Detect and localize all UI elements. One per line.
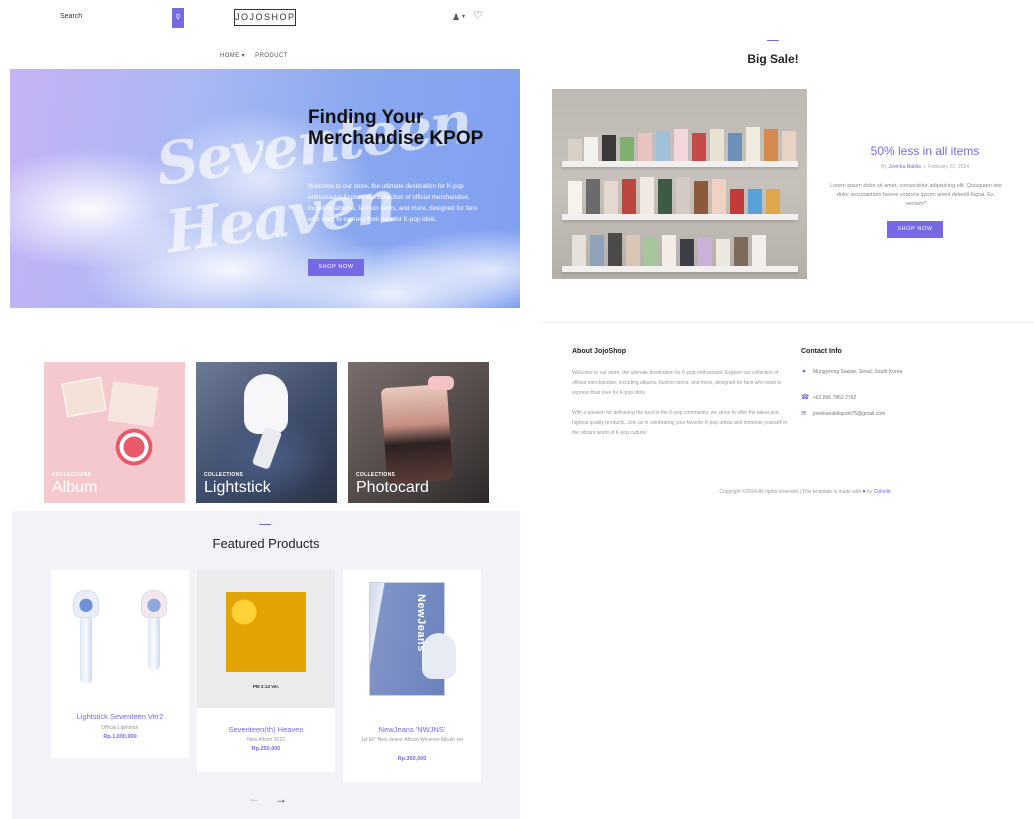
sale-meta: By Jovinka Nabila • February 22, 2024	[820, 164, 1030, 170]
collection-name: Lightstick	[204, 479, 271, 496]
contact-phone[interactable]: +62 896 7862 2762	[813, 394, 856, 403]
product-subtitle: New Album 2023	[247, 737, 285, 743]
album-photo	[61, 376, 107, 418]
collection-card-album[interactable]: COLLECTIONS Album	[44, 362, 185, 503]
search-button[interactable]: ⚲	[172, 8, 184, 28]
product-image	[63, 584, 177, 694]
heart-icon[interactable]: ♡	[473, 9, 483, 22]
collection-name: Album	[52, 479, 98, 496]
collection-name: Photocard	[356, 479, 429, 496]
album-photo	[107, 380, 159, 428]
site-logo[interactable]: JOJOSHOP	[234, 9, 296, 26]
section-divider	[259, 524, 271, 525]
contact-email[interactable]: jovinkanabilaputri75@gmail.com	[813, 410, 885, 419]
meta-separator: •	[922, 164, 927, 170]
sale-headline[interactable]: 50% less in all items	[820, 144, 1030, 158]
search-input[interactable]: Search	[60, 13, 82, 20]
hero-description: Welcome to our store, the ultimate desti…	[308, 183, 478, 223]
meta-prefix: By	[881, 164, 887, 170]
divider	[540, 322, 1034, 323]
image-caption: PM 2:14 Ver.	[252, 684, 280, 689]
copyright-text: Copyright ©2024 All rights reserved | Th…	[719, 489, 862, 495]
copyright-by: by	[867, 489, 873, 495]
sale-image	[552, 89, 807, 279]
chevron-down-icon[interactable]: ▾	[462, 13, 465, 20]
author-link[interactable]: Jovinka Nabila	[888, 164, 921, 170]
shelf	[562, 161, 798, 167]
nav-item-home[interactable]: HOME ▾	[220, 53, 245, 59]
section-divider	[767, 40, 779, 41]
product-subtitle: Official Lightstick	[101, 725, 139, 731]
shelf	[562, 214, 798, 220]
search-icon: ⚲	[175, 14, 181, 21]
post-date: February 22, 2024	[928, 164, 969, 170]
collection-card-photocard[interactable]: COLLECTIONS Photocard	[348, 362, 489, 503]
photocard-bow	[428, 376, 454, 390]
search-bar: Search ⚲	[56, 8, 184, 28]
user-icon[interactable]: ♟	[452, 12, 460, 23]
phone-icon: ☎	[801, 394, 810, 401]
heart-icon: ♥	[862, 489, 866, 495]
collection-kicker: COLLECTIONS	[356, 472, 396, 478]
collection-kicker: COLLECTIONS	[52, 472, 92, 478]
arrow-right-icon[interactable]: →	[275, 792, 287, 806]
product-subtitle: 1st EP 'New Jeans' Album Weverse Album v…	[360, 737, 464, 743]
product-price: Rp.1,000,000	[103, 734, 137, 740]
product-card[interactable]: PM 2:14 Ver. Seventeen(th) Heaven New Al…	[197, 570, 335, 772]
lightstick-photo	[244, 374, 288, 434]
collection-kicker: COLLECTIONS	[204, 472, 244, 478]
nav-item-product[interactable]: PRODUCT	[255, 53, 287, 59]
hero-title: Finding Your Merchandise KPOP	[308, 107, 484, 149]
colorlib-link[interactable]: Colorlib	[874, 489, 891, 495]
product-name[interactable]: Lightstick Seventeen Ver2	[51, 712, 189, 721]
product-image: PM 2:14 Ver.	[197, 570, 335, 708]
about-paragraph: With a passion for delivering the best t…	[572, 410, 788, 436]
product-card[interactable]: NewJeans NewJeans 'NWJNS' 1st EP 'New Je…	[343, 570, 481, 782]
product-image	[369, 582, 456, 696]
album-title-text: NewJeans	[415, 594, 427, 652]
featured-title: Featured Products	[212, 536, 320, 551]
lightstick-graphic	[139, 590, 169, 686]
location-pin-icon: ●	[802, 368, 806, 375]
about-title: About JojoShop	[572, 348, 627, 355]
product-name[interactable]: NewJeans 'NWJNS'	[343, 725, 481, 734]
shelf	[562, 266, 798, 272]
sale-section-title: Big Sale!	[747, 52, 799, 66]
contact-title: Contact Info	[801, 348, 842, 355]
arrow-left-icon[interactable]: ←	[249, 793, 260, 805]
sale-shop-now-button[interactable]: SHOP NOW	[887, 221, 943, 238]
main-nav: HOME ▾ PRODUCT	[220, 52, 320, 64]
product-price: Rp.250,000	[251, 746, 281, 752]
lightstick-graphic	[71, 590, 101, 686]
collection-card-lightstick[interactable]: COLLECTIONS Lightstick	[196, 362, 337, 503]
photocard-photo	[380, 383, 454, 485]
envelope-icon: ✉	[801, 410, 807, 417]
album-cover	[226, 592, 306, 672]
copyright: Copyright ©2024 All rights reserved | Th…	[640, 489, 970, 495]
about-paragraph: Welcome to our store, the ultimate desti…	[572, 370, 782, 396]
sale-description: Lorem ipsum dolor sit amet, consectetur …	[830, 183, 1002, 207]
product-card[interactable]: Lightstick Seventeen Ver2 Official Light…	[51, 570, 189, 758]
hero-shop-now-button[interactable]: SHOP NOW	[308, 259, 364, 276]
product-name[interactable]: Seventeen(th) Heaven	[197, 725, 335, 734]
product-price: Rp.350,000	[397, 756, 427, 762]
contact-address: Mungyeong Saejae, Seoul, South Korea	[813, 369, 903, 375]
hero-banner: Seventeen Heaven Finding Your Merchandise…	[10, 69, 520, 308]
bunny-graphic	[422, 633, 456, 679]
